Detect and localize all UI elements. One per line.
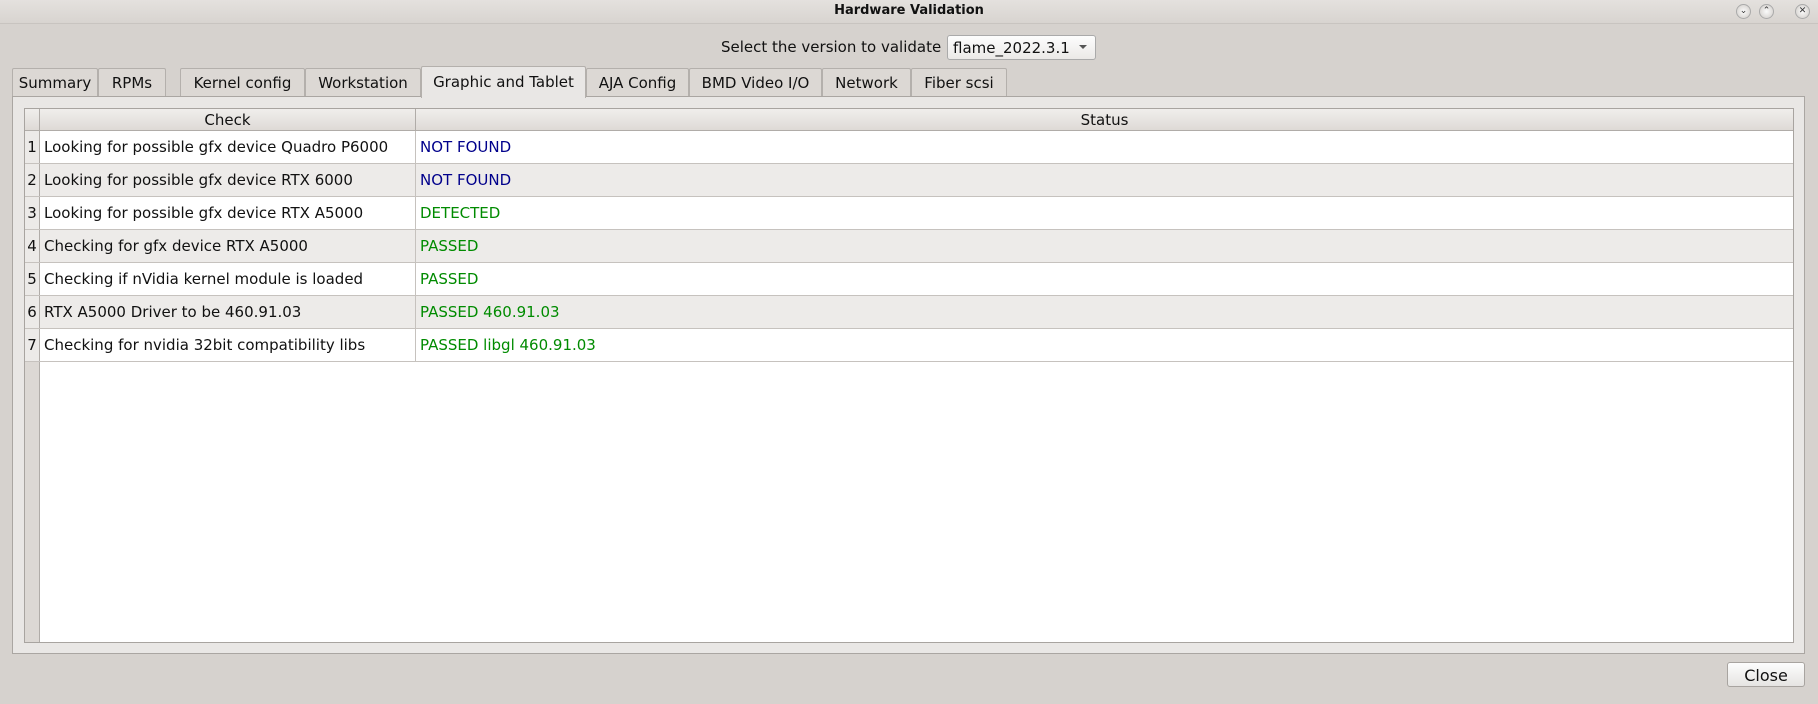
row-number[interactable]: 3 <box>25 197 40 229</box>
check-cell[interactable]: Checking for gfx device RTX A5000 <box>40 230 416 262</box>
check-cell[interactable]: RTX A5000 Driver to be 460.91.03 <box>40 296 416 328</box>
version-select[interactable]: flame_2022.3.1 <box>947 35 1096 60</box>
version-label: Select the version to validate <box>721 38 942 56</box>
table-row[interactable]: 3 Looking for possible gfx device RTX A50… <box>25 197 1793 230</box>
status-cell[interactable]: NOT FOUND <box>416 164 511 189</box>
status-cell[interactable]: PASSED libgl 460.91.03 <box>416 329 596 354</box>
tab-workstation[interactable]: Workstation <box>305 68 421 97</box>
version-select-value: flame_2022.3.1 <box>953 39 1070 57</box>
row-number[interactable]: 4 <box>25 230 40 262</box>
checks-table: Check Status 1 Looking for possible gfx d… <box>24 108 1794 643</box>
table-row[interactable]: 2 Looking for possible gfx device RTX 600… <box>25 164 1793 197</box>
table-row[interactable]: 4 Checking for gfx device RTX A5000 PASSED <box>25 230 1793 263</box>
minimize-icon[interactable]: ⌄ <box>1736 4 1751 19</box>
table-row[interactable]: 5 Checking if nVidia kernel module is loa… <box>25 263 1793 296</box>
maximize-icon[interactable]: ⌃ <box>1759 4 1774 19</box>
column-header-check[interactable]: Check <box>40 109 416 131</box>
tab-aja-config[interactable]: AJA Config <box>586 68 689 97</box>
tab-rpms[interactable]: RPMs <box>98 68 166 97</box>
table-row[interactable]: 6 RTX A5000 Driver to be 460.91.03 PASSED … <box>25 296 1793 329</box>
window-title: Hardware Validation <box>834 3 984 18</box>
tab-fiber-scsi[interactable]: Fiber scsi <box>911 68 1007 97</box>
chevron-down-icon <box>1079 45 1087 49</box>
status-cell[interactable]: NOT FOUND <box>416 131 511 156</box>
tab-bmd-video-io[interactable]: BMD Video I/O <box>689 68 822 97</box>
close-button[interactable]: Close <box>1727 662 1805 687</box>
check-cell[interactable]: Looking for possible gfx device RTX A500… <box>40 197 416 229</box>
table-row[interactable]: 1 Looking for possible gfx device Quadro … <box>25 131 1793 164</box>
tab-network[interactable]: Network <box>822 68 911 97</box>
corner-header <box>25 109 40 131</box>
row-number[interactable]: 5 <box>25 263 40 295</box>
status-cell[interactable]: PASSED <box>416 230 478 255</box>
status-cell[interactable]: PASSED <box>416 263 478 288</box>
row-number[interactable]: 1 <box>25 131 40 163</box>
row-number[interactable]: 6 <box>25 296 40 328</box>
check-cell[interactable]: Looking for possible gfx device RTX 6000 <box>40 164 416 196</box>
check-cell[interactable]: Looking for possible gfx device Quadro P… <box>40 131 416 163</box>
status-cell[interactable]: DETECTED <box>416 197 500 222</box>
status-cell[interactable]: PASSED 460.91.03 <box>416 296 560 321</box>
row-number[interactable]: 2 <box>25 164 40 196</box>
check-cell[interactable]: Checking for nvidia 32bit compatibility … <box>40 329 416 361</box>
tab-graphic-and-tablet[interactable]: Graphic and Tablet <box>421 66 586 98</box>
column-header-status[interactable]: Status <box>416 109 1793 131</box>
row-number[interactable]: 7 <box>25 329 40 361</box>
tab-kernel-config[interactable]: Kernel config <box>180 68 305 97</box>
title-bar: Hardware Validation ⌄ ⌃ ✕ <box>0 0 1818 24</box>
table-row[interactable]: 7 Checking for nvidia 32bit compatibility… <box>25 329 1793 362</box>
tab-summary[interactable]: Summary <box>12 68 98 97</box>
close-icon[interactable]: ✕ <box>1795 4 1810 19</box>
check-cell[interactable]: Checking if nVidia kernel module is load… <box>40 263 416 295</box>
